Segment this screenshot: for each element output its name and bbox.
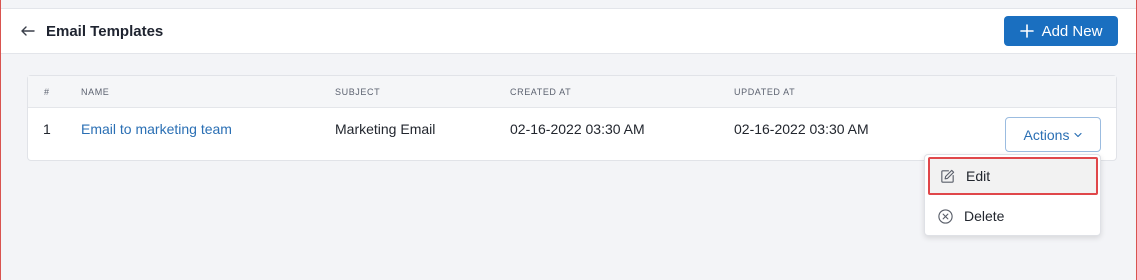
column-header-index: # — [44, 87, 50, 97]
delete-circle-x-icon — [938, 208, 953, 224]
actions-menu: Edit Delete — [924, 154, 1101, 236]
actions-label: Actions — [1023, 126, 1070, 143]
back-arrow-icon[interactable] — [19, 22, 37, 40]
template-subject: Marketing Email — [335, 121, 436, 137]
add-new-button[interactable]: Add New — [1004, 16, 1118, 46]
menu-item-label: Edit — [966, 168, 991, 184]
top-strip — [1, 0, 1136, 9]
column-header-subject: SUBJECT — [335, 87, 381, 97]
app-frame: Email Templates Add New # NAME SUBJECT C… — [0, 0, 1137, 280]
menu-item-label: Delete — [964, 208, 1005, 224]
created-at: 02-16-2022 03:30 AM — [510, 121, 645, 137]
column-header-created-at: CREATED AT — [510, 87, 572, 97]
column-header-name: NAME — [81, 87, 110, 97]
edit-icon — [941, 169, 955, 183]
table-header: # NAME SUBJECT CREATED AT UPDATED AT — [28, 76, 1116, 108]
actions-dropdown-button[interactable]: Actions — [1005, 117, 1101, 152]
add-new-label: Add New — [1041, 22, 1103, 40]
column-header-updated-at: UPDATED AT — [734, 87, 796, 97]
updated-at: 02-16-2022 03:30 AM — [734, 121, 869, 137]
menu-item-delete[interactable]: Delete — [925, 198, 1100, 234]
chevron-down-icon — [1074, 132, 1083, 137]
page-title: Email Templates — [46, 23, 164, 40]
row-index: 1 — [43, 121, 51, 137]
page-header: Email Templates Add New — [1, 9, 1136, 54]
templates-table: # NAME SUBJECT CREATED AT UPDATED AT 1 E… — [27, 75, 1117, 161]
template-name-link[interactable]: Email to marketing team — [81, 121, 232, 137]
menu-item-edit[interactable]: Edit — [928, 157, 1098, 195]
plus-icon — [1019, 24, 1034, 38]
